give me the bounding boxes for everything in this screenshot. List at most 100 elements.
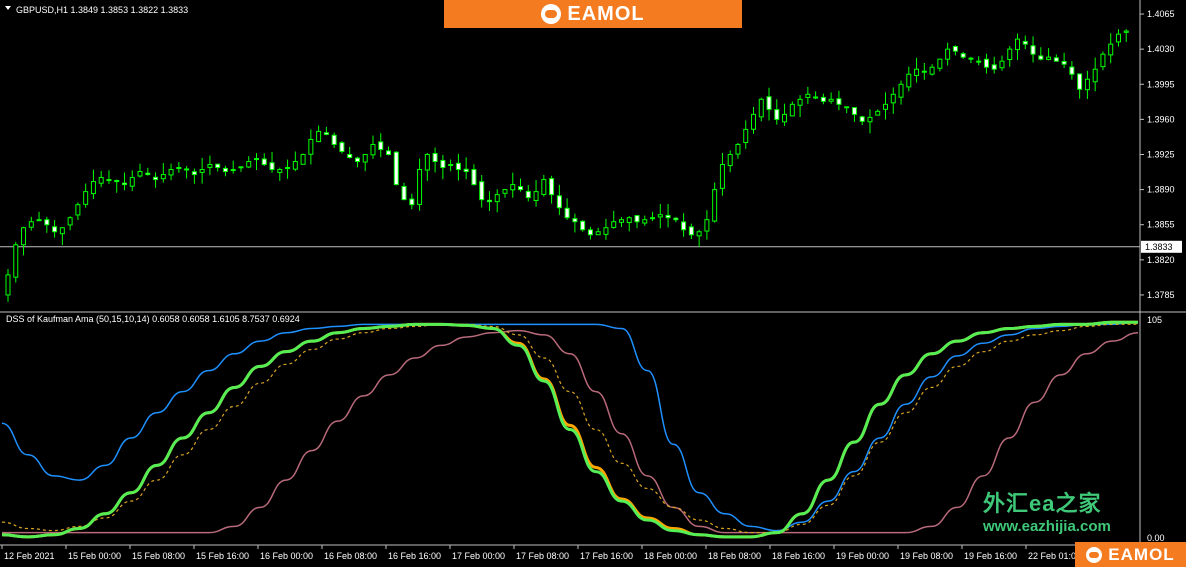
candle-body	[448, 164, 454, 167]
candle-body	[106, 179, 112, 182]
candle-body	[1108, 43, 1114, 56]
candle-body	[424, 153, 430, 171]
candle-body	[246, 161, 252, 168]
candle-body	[13, 244, 19, 278]
candle-body	[580, 220, 586, 231]
candle-body	[960, 53, 966, 58]
candle-body	[1115, 33, 1121, 43]
candle-body	[479, 181, 485, 201]
candle-body	[572, 218, 578, 223]
candle-body	[999, 60, 1005, 69]
candle-body	[595, 231, 601, 236]
candle-body	[650, 217, 656, 220]
candle-body	[782, 113, 788, 123]
candle-body	[486, 199, 492, 203]
candle-body	[603, 227, 609, 235]
candle-body	[90, 181, 96, 195]
candle-body	[587, 229, 593, 236]
time-axis-label: 16 Feb 00:00	[260, 551, 313, 561]
candle-body	[59, 227, 65, 235]
candle-body	[657, 214, 663, 218]
candle-body	[347, 153, 353, 159]
price-pane	[0, 29, 1140, 302]
candle-body	[556, 195, 562, 209]
time-axis-label: 19 Feb 00:00	[836, 551, 889, 561]
candle-body	[983, 58, 989, 68]
candle-body	[774, 109, 780, 120]
chart-canvas: 1.4065 1.4030 1.3995 1.3960 1.3925 1.3890 1.38…	[0, 0, 1186, 561]
axes: 1.4065 1.4030 1.3995 1.3960 1.3925 1.3890 1.38…	[0, 0, 1186, 561]
candle-body	[145, 172, 151, 176]
time-axis-label: 19 Feb 16:00	[964, 551, 1017, 561]
candle-body	[735, 143, 741, 155]
candle-body	[36, 219, 42, 222]
candle-body	[269, 162, 275, 171]
candle-body	[191, 171, 197, 176]
candle-body	[1022, 40, 1028, 45]
candle-body	[238, 166, 244, 169]
candle-body	[222, 167, 228, 173]
candle-body	[471, 169, 477, 186]
price-axis-label: 1.3960	[1147, 114, 1175, 124]
candle-body	[766, 96, 772, 110]
candle-body	[681, 221, 687, 231]
price-axis-label: 1.3890	[1147, 185, 1175, 195]
candle-body	[525, 190, 531, 199]
time-axis-label: 17 Feb 16:00	[580, 551, 633, 561]
time-axis-label: 19 Feb 08:00	[900, 551, 953, 561]
indicator-axis-max: 105	[1147, 315, 1162, 325]
candle-body	[5, 274, 11, 296]
price-axis-label: 1.3995	[1147, 79, 1175, 89]
candle-body	[541, 179, 547, 195]
price-axis-label: 1.3855	[1147, 220, 1175, 230]
candle-body	[750, 113, 756, 130]
candle-body	[533, 191, 539, 202]
candle-body	[914, 68, 920, 76]
candle-body	[1038, 55, 1044, 60]
candle-body	[153, 176, 159, 181]
candle-body	[510, 184, 516, 191]
candle-body	[28, 221, 34, 228]
time-axis-label: 16 Feb 16:00	[388, 551, 441, 561]
candle-body	[611, 221, 617, 228]
time-axis-label: 22 Feb 01:00	[1028, 551, 1081, 561]
candle-body	[339, 142, 345, 152]
candle-body	[673, 217, 679, 221]
candle-body	[1061, 60, 1067, 65]
candle-body	[1030, 45, 1036, 55]
candle-body	[851, 107, 857, 115]
candle-body	[626, 217, 632, 224]
candle-body	[813, 96, 819, 99]
candle-body	[844, 106, 850, 109]
candle-body	[828, 98, 834, 102]
candle-body	[378, 141, 384, 150]
candle-body	[968, 57, 974, 60]
time-axis-label: 18 Feb 00:00	[644, 551, 697, 561]
price-axis-label: 1.3785	[1147, 290, 1175, 300]
indicator-pane	[1, 320, 1139, 539]
candle-body	[743, 128, 749, 143]
candle-body	[463, 168, 469, 173]
candle-body	[820, 96, 826, 102]
candle-body	[386, 150, 392, 155]
candle-body	[129, 177, 135, 187]
candle-body	[300, 153, 306, 165]
symbol-header: GBPUSD,H1 1.3849 1.3853 1.3822 1.3833	[16, 5, 188, 15]
candle-body	[417, 169, 423, 205]
time-axis-label: 17 Feb 00:00	[452, 551, 505, 561]
candle-body	[121, 182, 127, 186]
candle-body	[253, 158, 259, 161]
brand-banner-top: EAMOL	[444, 0, 742, 28]
watermark-url: www.eazhijia.com	[983, 518, 1111, 535]
candle-body	[1092, 68, 1098, 83]
time-axis-label: 15 Feb 16:00	[196, 551, 249, 561]
dropdown-triangle-icon[interactable]	[5, 6, 11, 10]
candle-body	[696, 231, 702, 237]
candle-body	[1046, 56, 1052, 60]
candle-body	[160, 174, 166, 180]
candle-body	[67, 217, 73, 226]
site-watermark: 外汇ea之家 www.eazhijia.com	[983, 486, 1111, 535]
candle-body	[634, 215, 640, 223]
candle-body	[393, 151, 399, 186]
candle-body	[945, 48, 951, 60]
